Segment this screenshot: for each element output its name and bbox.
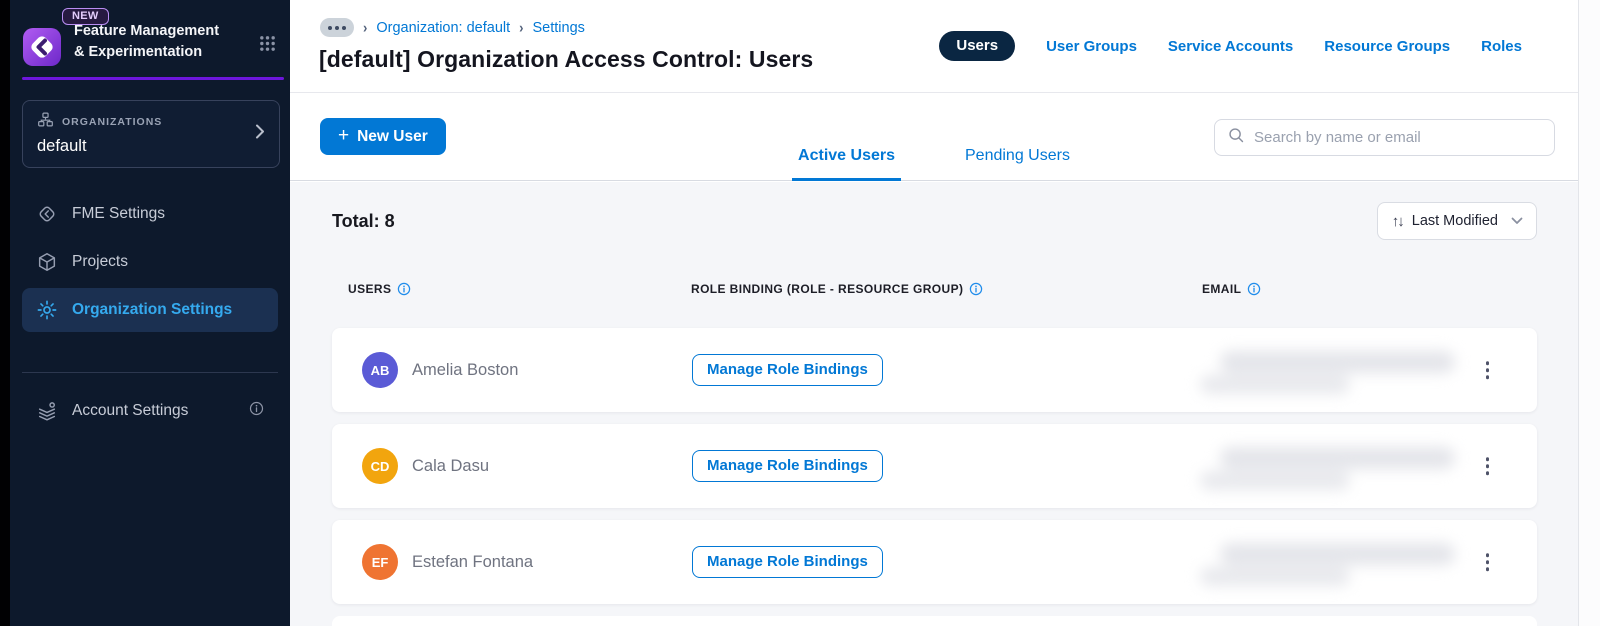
users-table-section: Total: 8 ↑↓ Last Modified USERS ROLE BIN… (290, 182, 1578, 626)
search-box (1214, 119, 1555, 156)
sidebar-item-account-settings[interactable]: Account Settings (22, 389, 278, 433)
table-row-partial (332, 616, 1537, 626)
total-count: Total: 8 (332, 210, 395, 231)
page-header: › Organization: default › Settings [defa… (290, 0, 1600, 93)
breadcrumb-link-settings[interactable]: Settings (533, 20, 585, 36)
breadcrumb-link-organization[interactable]: Organization: default (376, 20, 510, 36)
sort-dropdown-value: Last Modified (1411, 213, 1498, 229)
tab-resource-groups[interactable]: Resource Groups (1324, 38, 1450, 55)
screen-edge (0, 0, 10, 626)
sidebar-item-label: Account Settings (72, 402, 189, 419)
sort-dropdown[interactable]: ↑↓ Last Modified (1376, 202, 1537, 240)
tab-roles[interactable]: Roles (1481, 38, 1522, 55)
table-row: EF Estefan Fontana Manage Role Bindings (332, 520, 1537, 604)
tab-service-accounts[interactable]: Service Accounts (1168, 38, 1293, 55)
gear-icon (36, 299, 58, 321)
chevron-separator: › (519, 18, 524, 37)
page-title: [default] Organization Access Control: U… (319, 46, 814, 72)
row-menu-kebab-icon[interactable] (1478, 546, 1498, 578)
table-row: CD Cala Dasu Manage Role Bindings (332, 424, 1537, 508)
users-list: AB Amelia Boston Manage Role Bindings CD… (332, 328, 1537, 626)
sidebar-nav: FME Settings Projects Organization Setti… (10, 192, 290, 433)
toolbar: + New User Active Users Pending Users (290, 94, 1578, 181)
email-redacted (1200, 438, 1455, 494)
sidebar-item-projects[interactable]: Projects (22, 240, 278, 284)
email-redacted (1200, 342, 1455, 398)
manage-role-bindings-button[interactable]: Manage Role Bindings (692, 450, 883, 482)
info-icon (1248, 282, 1261, 296)
sort-arrows-icon: ↑↓ (1391, 212, 1405, 230)
email-redacted (1200, 534, 1455, 590)
tab-pending-users[interactable]: Pending Users (959, 147, 1076, 181)
manage-role-bindings-button[interactable]: Manage Role Bindings (692, 354, 883, 386)
avatar: CD (362, 448, 398, 484)
layers-gear-icon (36, 400, 58, 422)
row-menu-kebab-icon[interactable] (1478, 354, 1498, 386)
cube-icon (36, 251, 58, 273)
tab-users[interactable]: Users (939, 31, 1016, 61)
column-header-users: USERS (348, 282, 411, 296)
info-icon (970, 282, 983, 296)
sidebar-item-label: Projects (72, 253, 128, 270)
avatar: EF (362, 544, 398, 580)
column-header-role-binding: ROLE BINDING (ROLE - RESOURCE GROUP) (691, 282, 983, 296)
new-user-button-label: New User (357, 127, 428, 145)
product-logo-icon (22, 27, 62, 67)
org-chart-icon (37, 111, 54, 133)
sidebar-item-label: FME Settings (72, 205, 166, 222)
brand-accent-divider (22, 77, 284, 80)
sidebar-item-organization-settings[interactable]: Organization Settings (22, 288, 278, 332)
breadcrumb: › Organization: default › Settings (320, 18, 585, 37)
sidebar-item-fme-settings[interactable]: FME Settings (22, 192, 278, 236)
breadcrumb-ellipsis-icon[interactable] (320, 18, 354, 37)
info-icon (398, 282, 411, 296)
info-icon[interactable] (249, 401, 264, 421)
user-name: Cala Dasu (412, 456, 490, 475)
org-selector-value: default (37, 137, 87, 155)
plus-icon: + (338, 124, 350, 146)
search-input[interactable] (1254, 129, 1542, 146)
table-column-headers: USERS ROLE BINDING (ROLE - RESOURCE GROU… (332, 282, 1537, 300)
row-menu-kebab-icon[interactable] (1478, 450, 1498, 482)
org-selector-label: ORGANIZATIONS (62, 116, 163, 128)
organization-selector[interactable]: ORGANIZATIONS default (22, 100, 280, 168)
tab-active-users[interactable]: Active Users (792, 147, 901, 181)
fme-settings-icon (36, 203, 58, 225)
right-gutter (1578, 0, 1600, 626)
user-name: Amelia Boston (412, 360, 519, 379)
main-area: › Organization: default › Settings [defa… (290, 0, 1600, 626)
column-header-email: EMAIL (1202, 282, 1261, 296)
brand-header: NEW Feature Management & Experimentation (10, 0, 290, 67)
access-control-nav: Users User Groups Service Accounts Resou… (939, 31, 1522, 61)
manage-role-bindings-button[interactable]: Manage Role Bindings (692, 546, 883, 578)
sidebar: NEW Feature Management & Experimentation… (10, 0, 290, 626)
table-row: AB Amelia Boston Manage Role Bindings (332, 328, 1537, 412)
app-grid-icon[interactable] (259, 35, 276, 57)
avatar: AB (362, 352, 398, 388)
product-title: Feature Management & Experimentation (74, 23, 220, 60)
sidebar-item-label: Organization Settings (72, 301, 233, 318)
tab-user-groups[interactable]: User Groups (1046, 38, 1137, 55)
chevron-down-icon (1511, 217, 1523, 225)
app-screen: NEW Feature Management & Experimentation… (0, 0, 1600, 626)
user-name: Estefan Fontana (412, 552, 534, 571)
sidebar-divider (22, 372, 278, 373)
search-icon (1227, 126, 1245, 149)
chevron-separator: › (363, 18, 368, 37)
chevron-right-icon (255, 124, 265, 145)
